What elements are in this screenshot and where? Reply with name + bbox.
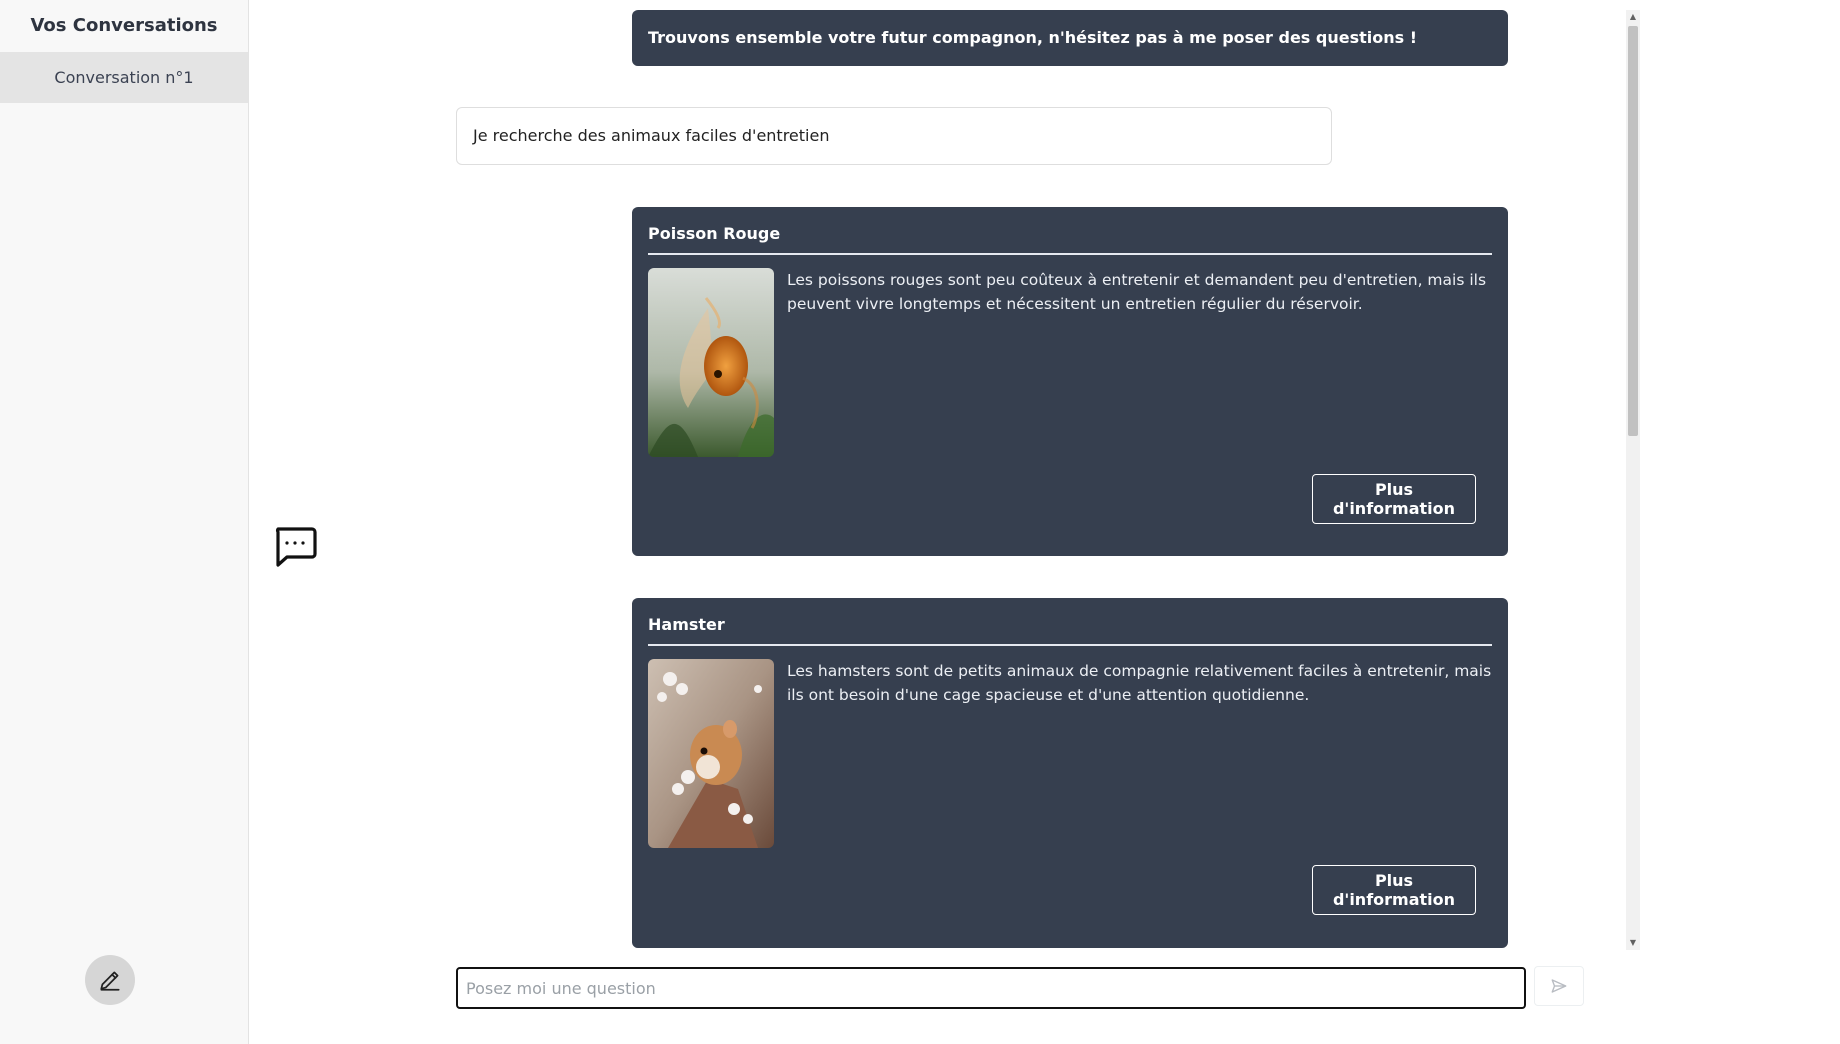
user-message: Je recherche des animaux faciles d'entre… xyxy=(456,107,1332,165)
scroll-up-arrow-icon[interactable]: ▲ xyxy=(1626,10,1640,24)
bot-greeting-message: Trouvons ensemble votre futur compagnon,… xyxy=(632,10,1508,66)
scroll-thumb[interactable] xyxy=(1628,26,1638,436)
hamster-image xyxy=(648,659,774,848)
send-icon xyxy=(1551,979,1567,993)
sidebar-item-conversation-1[interactable]: Conversation n°1 xyxy=(0,52,248,103)
chat-area: Trouvons ensemble votre futur compagnon,… xyxy=(456,0,1640,950)
pencil-icon xyxy=(100,971,120,991)
card-title: Poisson Rouge xyxy=(648,223,1492,255)
question-input[interactable] xyxy=(456,967,1526,1009)
goldfish-image xyxy=(648,268,774,457)
scroll-down-arrow-icon[interactable]: ▼ xyxy=(1626,936,1640,950)
card-description: Les hamsters sont de petits animaux de c… xyxy=(787,662,1492,704)
animal-card: Hamster Les hamsters sont de petits anim… xyxy=(632,598,1508,948)
send-button[interactable] xyxy=(1534,966,1584,1006)
sidebar: Vos Conversations Conversation n°1 xyxy=(0,0,249,1044)
more-info-button[interactable]: Plus d'information xyxy=(1312,474,1476,524)
animal-card: Poisson Rouge Les poissons rouges sont p… xyxy=(632,207,1508,556)
card-title: Hamster xyxy=(648,614,1492,646)
chat-bubble-icon xyxy=(276,527,317,567)
card-description: Les poissons rouges sont peu coûteux à e… xyxy=(787,271,1487,313)
chat-scrollbar[interactable]: ▲ ▼ xyxy=(1626,10,1640,950)
more-info-button[interactable]: Plus d'information xyxy=(1312,865,1476,915)
new-conversation-button[interactable] xyxy=(85,955,135,1005)
sidebar-title: Vos Conversations xyxy=(30,15,218,36)
